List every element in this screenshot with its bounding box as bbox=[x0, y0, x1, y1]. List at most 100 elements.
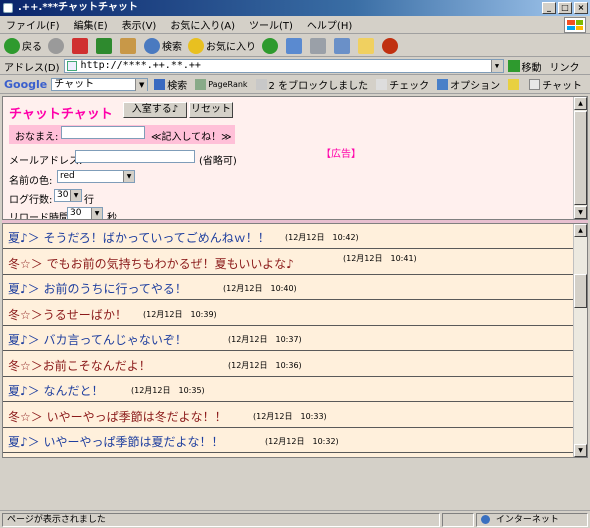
back-arrow-icon bbox=[4, 37, 20, 54]
pagerank-indicator[interactable]: PageRank bbox=[195, 79, 248, 90]
log-lines-select[interactable]: 30 ▼ bbox=[54, 189, 82, 202]
refresh-button[interactable] bbox=[96, 37, 114, 54]
scroll-up-icon[interactable]: ▲ bbox=[574, 97, 587, 110]
menu-view[interactable]: 表示(V) bbox=[122, 17, 157, 32]
messenger-button[interactable] bbox=[382, 37, 400, 54]
menu-bar: ファイル(F) 編集(E) 表示(V) お気に入り(A) ツール(T) ヘルプ(… bbox=[0, 16, 590, 34]
mail-icon bbox=[286, 37, 302, 54]
email-input[interactable] bbox=[75, 150, 195, 163]
options-icon bbox=[437, 79, 449, 90]
history-button[interactable] bbox=[262, 37, 280, 54]
menu-favorites[interactable]: お気に入り(A) bbox=[170, 17, 235, 32]
name-input[interactable] bbox=[61, 126, 145, 139]
chat-message-row: 冬☆＞うるせーばか！ (12月12日 10:39) bbox=[3, 301, 574, 326]
back-button[interactable]: 戻る bbox=[4, 37, 42, 54]
chat-message-time: (12月12日 10:37) bbox=[228, 335, 302, 344]
chat-message-text: 夏♪＞ お前のうちに行ってやる！ bbox=[8, 282, 187, 296]
chat-message-text: 冬☆＞うるせーばか！ bbox=[8, 307, 127, 322]
home-icon bbox=[120, 37, 136, 54]
log-scrollbar[interactable]: ▲ ▼ bbox=[573, 224, 587, 457]
star-icon bbox=[188, 37, 204, 54]
pagerank-icon bbox=[195, 79, 207, 90]
spell-check-button[interactable]: チェック bbox=[376, 77, 429, 92]
globe-icon bbox=[481, 515, 490, 524]
options-label: オプション bbox=[450, 81, 501, 92]
go-arrow-icon[interactable] bbox=[507, 60, 520, 72]
status-empty-cell bbox=[442, 513, 474, 527]
window-title-bar: .++.***チャットチャット _ □ × bbox=[0, 0, 590, 16]
chat-word-button[interactable]: チャット bbox=[529, 77, 582, 92]
log-lines-label: ログ行数: bbox=[9, 195, 53, 206]
enter-room-button[interactable]: 入室する♪ bbox=[123, 102, 187, 118]
reload-time-value: 30 bbox=[70, 208, 82, 218]
folder-button[interactable] bbox=[358, 37, 376, 54]
chat-message-text: 冬☆＞ いやーやっぱ季節は冬だよな！！ bbox=[8, 409, 227, 424]
links-button[interactable]: リンク bbox=[550, 59, 580, 74]
chat-message-row: 冬☆＞ でもお前の気持ちもわかるぜ！夏もいいよな♪ (12月12日 10:41) bbox=[3, 250, 574, 275]
chat-message-text: 夏♪＞ いやーやっぱ季節は夏だよな！！ bbox=[8, 435, 224, 449]
scroll-down-icon[interactable]: ▼ bbox=[574, 206, 587, 219]
chat-message-row: 夏♪＞ そうだろ！ばかっていってごめんねｗ！！ (12月12日 10:42) bbox=[3, 224, 574, 249]
lines-dropdown-icon: ▼ bbox=[70, 190, 81, 201]
menu-tools[interactable]: ツール(T) bbox=[249, 17, 293, 32]
close-button[interactable]: × bbox=[574, 2, 588, 14]
forward-arrow-icon bbox=[48, 37, 64, 54]
name-color-select[interactable]: red ▼ bbox=[57, 170, 135, 183]
chat-word-label: チャット bbox=[542, 81, 582, 92]
chat-message-text: 夏♪＞ そうだろ！ばかっていってごめんねｗ！！ bbox=[8, 231, 270, 245]
menu-help[interactable]: ヘルプ(H) bbox=[307, 17, 352, 32]
stop-button[interactable] bbox=[72, 37, 90, 54]
go-button[interactable]: 移動 bbox=[522, 59, 542, 74]
address-input[interactable]: http://****.++.**.++ ▼ bbox=[63, 59, 504, 73]
zone-label: インターネット bbox=[495, 515, 559, 525]
chat-message-time: (12月12日 10:36) bbox=[228, 360, 302, 370]
google-g-icon bbox=[154, 79, 166, 90]
popup-blocker-icon bbox=[255, 79, 267, 90]
chat-message-time: (12月12日 10:40) bbox=[223, 284, 297, 293]
chat-log-frame: 夏♪＞ そうだろ！ばかっていってごめんねｗ！！ (12月12日 10:42) 冬☆＞… bbox=[2, 223, 588, 458]
chat-message-time: (12月12日 10:42) bbox=[285, 233, 359, 242]
options-button[interactable]: オプション bbox=[437, 77, 500, 92]
form-scrollbar[interactable]: ▲ ▼ bbox=[573, 97, 587, 219]
windows-logo-icon bbox=[564, 17, 586, 33]
menu-edit[interactable]: 編集(E) bbox=[74, 17, 108, 32]
chat-message-row: 夏♪＞ いやーやっぱ季節は夏だよな！！ (12月12日 10:32) bbox=[3, 428, 574, 453]
mail-button[interactable] bbox=[286, 37, 304, 54]
standard-toolbar: 戻る 検索 お気に入り bbox=[0, 35, 590, 57]
popup-blocker[interactable]: 2 をブロックしました bbox=[255, 77, 368, 92]
google-dropdown-icon[interactable]: ▼ bbox=[135, 79, 148, 91]
reload-time-select[interactable]: 30 ▼ bbox=[67, 207, 103, 219]
google-search-input[interactable]: チャット ▼ bbox=[51, 78, 149, 91]
address-dropdown-icon[interactable]: ▼ bbox=[490, 60, 503, 72]
log-scroll-thumb[interactable] bbox=[574, 274, 587, 308]
print-button[interactable] bbox=[310, 37, 328, 54]
google-search-value: チャット bbox=[54, 79, 95, 90]
ad-link[interactable]: 【広告】 bbox=[321, 145, 361, 160]
status-text-cell: ページが表示されました bbox=[2, 513, 440, 527]
menu-file[interactable]: ファイル(F) bbox=[6, 17, 60, 32]
scroll-thumb[interactable] bbox=[574, 111, 587, 205]
email-hint: (省略可) bbox=[199, 156, 237, 167]
google-search-button[interactable]: 検索 bbox=[154, 77, 187, 92]
google-logo[interactable]: Google bbox=[4, 78, 47, 91]
log-scroll-up-icon[interactable]: ▲ bbox=[574, 224, 587, 237]
maximize-button[interactable]: □ bbox=[558, 2, 572, 14]
reset-button[interactable]: リセット bbox=[189, 102, 233, 118]
refresh-icon bbox=[96, 37, 112, 54]
log-scroll-down-icon[interactable]: ▼ bbox=[574, 444, 587, 457]
search-icon bbox=[144, 37, 160, 54]
reload-time-unit: 秒 bbox=[107, 213, 117, 220]
highlight-button[interactable] bbox=[508, 79, 521, 90]
search-button[interactable]: 検索 bbox=[144, 37, 182, 54]
zone-cell: インターネット bbox=[476, 513, 588, 527]
name-label: おなまえ: bbox=[15, 132, 59, 143]
home-button[interactable] bbox=[120, 37, 138, 54]
forward-button[interactable] bbox=[48, 37, 66, 54]
minimize-button[interactable]: _ bbox=[542, 2, 556, 14]
log-lines-unit: 行 bbox=[84, 195, 94, 206]
edit-button[interactable] bbox=[334, 37, 352, 54]
favorites-button[interactable]: お気に入り bbox=[188, 37, 256, 54]
edit-icon bbox=[334, 37, 350, 54]
name-color-label: 名前の色: bbox=[9, 176, 53, 187]
status-text: ページが表示されました bbox=[7, 515, 106, 525]
